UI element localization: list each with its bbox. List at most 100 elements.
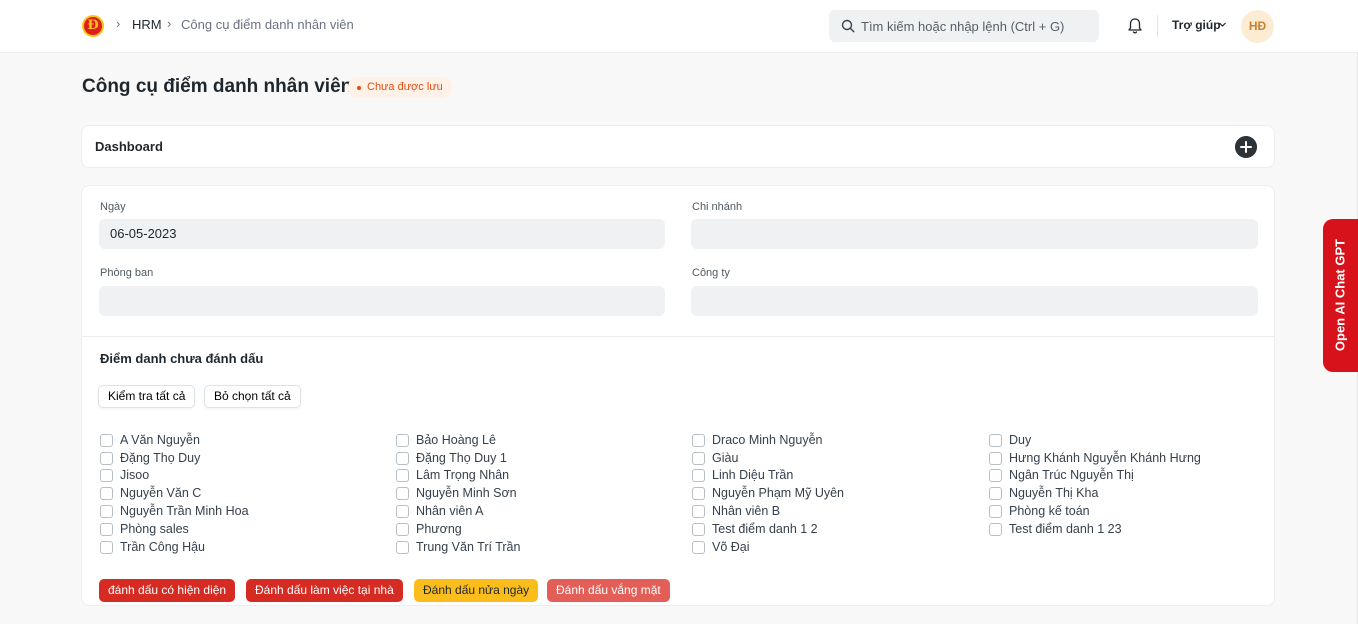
employee-name: Nhân viên B bbox=[712, 504, 781, 518]
employee-checkbox-item[interactable]: Test điểm danh 1 23 bbox=[989, 520, 1122, 538]
help-menu[interactable]: Trợ giúp bbox=[1172, 18, 1221, 32]
checkbox[interactable] bbox=[100, 540, 113, 554]
checkbox[interactable] bbox=[692, 468, 705, 482]
uncheck-all-button[interactable]: Bỏ chọn tất cả bbox=[204, 385, 301, 408]
checkbox[interactable] bbox=[396, 451, 409, 465]
date-label: Ngày bbox=[100, 201, 126, 213]
employee-checkbox-item[interactable]: Hưng Khánh Nguyễn Khánh Hưng bbox=[989, 449, 1201, 467]
employee-checkbox-item[interactable]: Võ Đại bbox=[692, 538, 750, 556]
employee-name: Trần Công Hậu bbox=[120, 540, 205, 554]
checkbox[interactable] bbox=[100, 504, 113, 518]
employee-checkbox-item[interactable]: Duy bbox=[989, 431, 1031, 449]
employee-checkbox-item[interactable]: Nhân viên B bbox=[692, 502, 780, 520]
checkbox[interactable] bbox=[989, 468, 1002, 482]
breadcrumb-hrm[interactable]: HRM bbox=[132, 17, 162, 32]
employee-checkbox-item[interactable]: Lâm Trọng Nhân bbox=[396, 466, 509, 484]
employee-checkbox-item[interactable]: Phòng sales bbox=[100, 520, 189, 538]
employee-checkbox-item[interactable]: Nhân viên A bbox=[396, 502, 483, 520]
employee-name: Đặng Thọ Duy bbox=[120, 451, 201, 465]
checkbox[interactable] bbox=[692, 522, 705, 536]
employee-name: Hưng Khánh Nguyễn Khánh Hưng bbox=[1009, 451, 1201, 465]
branch-field[interactable] bbox=[691, 219, 1258, 249]
employee-checkbox-item[interactable]: Nguyễn Minh Sơn bbox=[396, 484, 517, 502]
attendance-form: Ngày 06-05-2023 Chi nhánh Phòng ban Công… bbox=[81, 185, 1275, 606]
employee-name: Draco Minh Nguyễn bbox=[712, 433, 823, 447]
checkbox[interactable] bbox=[989, 504, 1002, 518]
checkbox[interactable] bbox=[989, 486, 1002, 500]
employee-checkbox-item[interactable]: Trần Công Hậu bbox=[100, 538, 205, 556]
employee-checkbox-item[interactable]: A Văn Nguyễn bbox=[100, 431, 200, 449]
checkbox[interactable] bbox=[100, 486, 113, 500]
employee-name: Nguyễn Minh Sơn bbox=[416, 486, 517, 500]
checkbox[interactable] bbox=[989, 522, 1002, 536]
employee-checkbox-item[interactable]: Linh Diệu Trần bbox=[692, 466, 793, 484]
checkbox[interactable] bbox=[396, 433, 409, 447]
mark-half-day-button[interactable]: Đánh dấu nửa ngày bbox=[414, 579, 539, 602]
checkbox[interactable] bbox=[396, 540, 409, 554]
employee-checkbox-item[interactable]: Nguyễn Thị Kha bbox=[989, 484, 1098, 502]
employee-checkbox-item[interactable]: Nguyễn Trần Minh Hoa bbox=[100, 502, 249, 520]
checkbox[interactable] bbox=[692, 540, 705, 554]
employee-name: Phòng kế toán bbox=[1009, 504, 1090, 518]
checkbox[interactable] bbox=[100, 433, 113, 447]
employee-checkbox-item[interactable]: Draco Minh Nguyễn bbox=[692, 431, 822, 449]
employee-name: Nguyễn Phạm Mỹ Uyên bbox=[712, 486, 845, 500]
user-avatar[interactable]: HĐ bbox=[1241, 10, 1274, 43]
employee-checkbox-item[interactable]: Test điểm danh 1 2 bbox=[692, 520, 818, 538]
checkbox[interactable] bbox=[692, 433, 705, 447]
mark-absent-button[interactable]: Đánh dấu vắng mặt bbox=[547, 579, 670, 602]
checkbox[interactable] bbox=[396, 522, 409, 536]
checkbox[interactable] bbox=[396, 486, 409, 500]
checkbox[interactable] bbox=[396, 504, 409, 518]
breadcrumb-current[interactable]: Công cụ điểm danh nhân viên bbox=[181, 17, 354, 32]
expand-plus-icon[interactable] bbox=[1235, 136, 1257, 158]
navbar: Đ › HRM › Công cụ điểm danh nhân viên Tì… bbox=[0, 0, 1358, 53]
chevron-down-icon[interactable] bbox=[1218, 20, 1227, 29]
employee-name: Lâm Trọng Nhân bbox=[416, 468, 510, 482]
employee-checkbox-item[interactable]: Bảo Hoàng Lê bbox=[396, 431, 496, 449]
department-label: Phòng ban bbox=[100, 267, 154, 279]
page-title: Công cụ điểm danh nhân viên bbox=[82, 76, 353, 97]
checkbox[interactable] bbox=[692, 504, 705, 518]
employee-checkbox-item[interactable]: Đặng Thọ Duy bbox=[100, 449, 200, 467]
branch-label: Chi nhánh bbox=[692, 201, 743, 213]
check-all-button[interactable]: Kiểm tra tất cả bbox=[98, 385, 196, 408]
checkbox[interactable] bbox=[100, 451, 113, 465]
mark-work-from-home-button[interactable]: Đánh dấu làm việc tại nhà bbox=[246, 579, 403, 602]
unmarked-attendance-title: Điểm danh chưa đánh dấu bbox=[100, 351, 264, 366]
employee-checkbox-item[interactable]: Phương bbox=[396, 520, 462, 538]
checkbox[interactable] bbox=[100, 468, 113, 482]
employee-checkbox-item[interactable]: Jisoo bbox=[100, 466, 149, 484]
openai-chat-tab[interactable]: Open AI Chat GPT bbox=[1323, 219, 1358, 372]
section-divider bbox=[82, 336, 1274, 337]
employee-checkbox-item[interactable]: Đặng Thọ Duy 1 bbox=[396, 449, 507, 467]
checkbox[interactable] bbox=[692, 486, 705, 500]
employee-checkbox-item[interactable]: Giàu bbox=[692, 449, 738, 467]
employee-name: Phòng sales bbox=[120, 522, 189, 536]
employee-checkbox-item[interactable]: Phòng kế toán bbox=[989, 502, 1090, 520]
employee-checkbox-item[interactable]: Nguyễn Phạm Mỹ Uyên bbox=[692, 484, 844, 502]
mark-present-button[interactable]: đánh dấu có hiện diện bbox=[99, 579, 236, 602]
date-field[interactable]: 06-05-2023 bbox=[99, 219, 665, 249]
employee-checkbox-item[interactable]: Trung Văn Trí Trần bbox=[396, 538, 520, 556]
employee-checkbox-item[interactable]: Nguyễn Văn C bbox=[100, 484, 201, 502]
employee-name: Nguyễn Văn C bbox=[120, 486, 202, 500]
dashboard-section[interactable]: Dashboard bbox=[81, 125, 1275, 168]
notification-bell-icon[interactable] bbox=[1127, 17, 1143, 35]
company-field[interactable] bbox=[691, 286, 1258, 316]
department-field[interactable] bbox=[99, 286, 665, 316]
employee-name: Test điểm danh 1 23 bbox=[1009, 522, 1122, 536]
checkbox[interactable] bbox=[692, 451, 705, 465]
employee-checkbox-item[interactable]: Ngân Trúc Nguyễn Thị bbox=[989, 466, 1134, 484]
checkbox[interactable] bbox=[100, 522, 113, 536]
search-bar[interactable]: Tìm kiếm hoặc nhập lệnh (Ctrl + G) bbox=[829, 10, 1099, 42]
checkbox[interactable] bbox=[989, 451, 1002, 465]
employee-name: Nguyễn Trần Minh Hoa bbox=[120, 504, 249, 518]
employee-name: Bảo Hoàng Lê bbox=[416, 433, 496, 447]
app-logo[interactable]: Đ bbox=[82, 15, 104, 37]
checkbox[interactable] bbox=[989, 433, 1002, 447]
employee-name: Test điểm danh 1 2 bbox=[712, 522, 818, 536]
company-label: Công ty bbox=[692, 267, 730, 279]
employee-name: Nhân viên A bbox=[416, 504, 484, 518]
checkbox[interactable] bbox=[396, 468, 409, 482]
